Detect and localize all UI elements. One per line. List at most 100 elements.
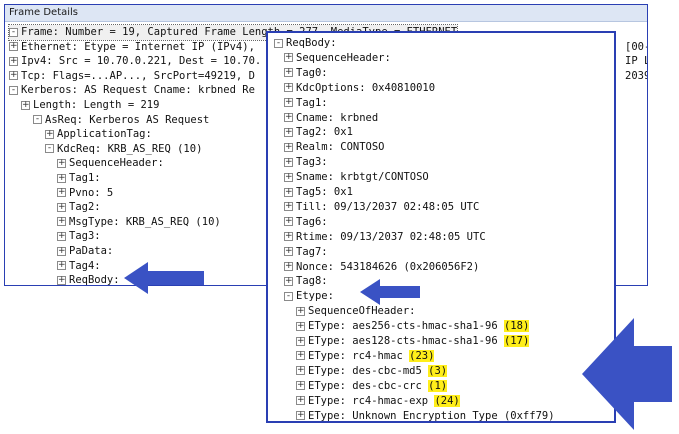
tree-row[interactable]: + Tag3: [57, 229, 101, 244]
expand-icon[interactable]: + [57, 217, 66, 227]
collapse-icon[interactable]: - [9, 85, 18, 95]
expand-icon[interactable]: + [9, 71, 18, 81]
tree-row[interactable]: + Tag7: [284, 245, 328, 260]
tree-row[interactable]: + MsgType: KRB_AS_REQ (10) [57, 215, 221, 230]
tree-row[interactable]: + Tag1: [284, 96, 328, 111]
tree-row[interactable]: - AsReq: Kerberos AS Request [33, 113, 209, 128]
expand-icon[interactable]: + [284, 187, 293, 197]
tree-row[interactable]: + Tag0: [284, 66, 328, 81]
etype-code-highlight: (18) [503, 320, 530, 333]
etype-row[interactable]: + EType: des-cbc-crc (1) [296, 379, 448, 394]
tree-row[interactable]: + Pvno: 5 [57, 186, 113, 201]
expand-icon[interactable]: + [9, 42, 18, 52]
expand-icon[interactable]: + [284, 113, 293, 122]
tree-row[interactable]: + Tag5: 0x1 [284, 185, 353, 200]
expand-icon[interactable]: + [296, 351, 305, 361]
tree-row[interactable]: + Till: 09/13/2037 02:48:05 UTC [284, 200, 479, 215]
expand-icon[interactable]: + [284, 157, 293, 167]
etype-row[interactable]: + EType: rc4-hmac (23) [296, 349, 435, 364]
tree-row-label: Length: Length = 219 [33, 99, 160, 111]
expand-icon[interactable]: + [284, 217, 293, 227]
tree-row-label: Tag1: [69, 172, 101, 184]
tree-row[interactable]: + KdcOptions: 0x40810010 [284, 81, 435, 96]
expand-icon[interactable]: + [57, 173, 66, 183]
expand-icon[interactable]: + [57, 275, 66, 285]
tree-row[interactable]: + Tag2: [57, 200, 101, 215]
tree-row[interactable]: + Tcp: Flags=...AP..., SrcPort=49219, D [9, 69, 255, 84]
tree-row-label: Tag2: 0x1 [296, 126, 353, 139]
tree-row[interactable]: + Tag1: [57, 171, 101, 186]
expand-icon[interactable]: + [284, 53, 293, 63]
tree-row[interactable]: + SequenceHeader: [57, 156, 164, 171]
expand-icon[interactable]: + [296, 381, 305, 391]
etype-row[interactable]: + EType: aes256-cts-hmac-sha1-96 (18) [296, 319, 530, 334]
expand-icon[interactable]: + [296, 396, 305, 406]
expand-icon[interactable]: + [284, 68, 293, 78]
tree-row[interactable]: + Cname: krbned [284, 111, 378, 126]
etype-row[interactable]: + EType: des-cbc-md5 (3) [296, 364, 448, 379]
etype-row[interactable]: + EType: rc4-hmac-exp (24) [296, 394, 460, 409]
tree-row[interactable]: + Nonce: 543184626 (0x206056F2) [284, 260, 479, 275]
tree-row-tail: [00-1 [625, 40, 647, 53]
expand-icon[interactable]: + [57, 188, 66, 198]
tree-row[interactable]: + Ethernet: Etype = Internet IP (IPv4), [9, 40, 255, 55]
expand-icon[interactable]: + [57, 261, 66, 271]
tree-row-label: PaData: [69, 245, 114, 257]
expand-icon[interactable]: + [284, 262, 293, 271]
expand-icon[interactable]: + [57, 231, 66, 241]
etype-row[interactable]: + EType: Unknown Encryption Type (0xff79) [296, 409, 555, 421]
expand-icon[interactable]: + [296, 411, 305, 420]
expand-icon[interactable]: + [57, 202, 66, 212]
expand-icon[interactable]: + [296, 366, 305, 376]
collapse-icon[interactable]: - [33, 115, 42, 125]
etype-code-highlight: (24) [434, 394, 460, 407]
etype-code-highlight: (3) [428, 364, 448, 377]
expand-icon[interactable]: + [284, 142, 293, 152]
tree-row[interactable]: + Tag2: 0x1 [284, 125, 353, 140]
expand-icon[interactable]: + [284, 98, 293, 108]
tree-row-label: Ethernet: Etype = Internet IP (IPv4), [21, 40, 255, 53]
expand-icon[interactable]: + [284, 127, 293, 137]
expand-icon[interactable]: + [296, 321, 305, 331]
expand-icon[interactable]: + [21, 100, 30, 110]
expand-icon[interactable]: + [284, 276, 293, 286]
expand-icon[interactable]: + [296, 336, 305, 346]
tree-row-label: EType: des-cbc-md5 [308, 364, 422, 377]
expand-icon[interactable]: + [45, 129, 54, 139]
expand-icon[interactable]: + [296, 306, 305, 316]
tree-row[interactable]: + ApplicationTag: [45, 127, 152, 142]
tree-row[interactable]: + Length: Length = 219 [21, 98, 159, 113]
expand-icon[interactable]: + [284, 232, 293, 242]
tree-row[interactable]: + Rtime: 09/13/2037 02:48:05 UTC [284, 230, 486, 245]
collapse-icon[interactable]: - [45, 144, 54, 154]
expand-icon[interactable]: + [284, 172, 293, 182]
tree-row[interactable]: - Etype: [284, 289, 334, 304]
tree-row[interactable]: + Tag6: [284, 215, 328, 230]
expand-icon[interactable]: + [57, 158, 66, 168]
tree-row[interactable]: + Sname: krbtgt/CONTOSO [284, 170, 429, 185]
tree-row-label: EType: des-cbc-crc [308, 379, 422, 392]
expand-icon[interactable]: + [57, 246, 66, 256]
tree-row-label: Tag3: [296, 156, 328, 169]
expand-icon[interactable]: + [284, 83, 293, 93]
collapse-icon[interactable]: - [274, 38, 283, 48]
tree-row[interactable]: + Tag4: [57, 259, 101, 274]
tree-row[interactable]: - Kerberos: AS Request Cname: krbned Re [9, 83, 255, 98]
tree-row[interactable]: + Tag3: [284, 155, 328, 170]
tree-row[interactable]: - ReqBody: [274, 36, 337, 51]
tree-row[interactable]: + ReqBody: [57, 273, 120, 285]
tree-row-label: AsReq: Kerberos AS Request [45, 113, 210, 126]
tree-row[interactable]: - KdcReq: KRB_AS_REQ (10) [45, 142, 202, 157]
etype-row[interactable]: + EType: aes128-cts-hmac-sha1-96 (17) [296, 334, 530, 349]
expand-icon[interactable]: + [284, 202, 293, 212]
collapse-icon[interactable]: - [284, 291, 293, 301]
tree-row[interactable]: + SequenceHeader: [284, 51, 391, 66]
expand-icon[interactable]: + [284, 247, 293, 257]
tree-row[interactable]: + Realm: CONTOSO [284, 140, 385, 155]
collapse-icon[interactable]: - [9, 27, 18, 37]
tree-row[interactable]: + Tag8: [284, 274, 328, 289]
expand-icon[interactable]: + [9, 56, 18, 66]
tree-row[interactable]: + SequenceOfHeader: [296, 304, 415, 319]
tree-row[interactable]: + Ipv4: Src = 10.70.0.221, Dest = 10.70. [9, 54, 261, 69]
tree-row[interactable]: + PaData: [57, 244, 113, 259]
